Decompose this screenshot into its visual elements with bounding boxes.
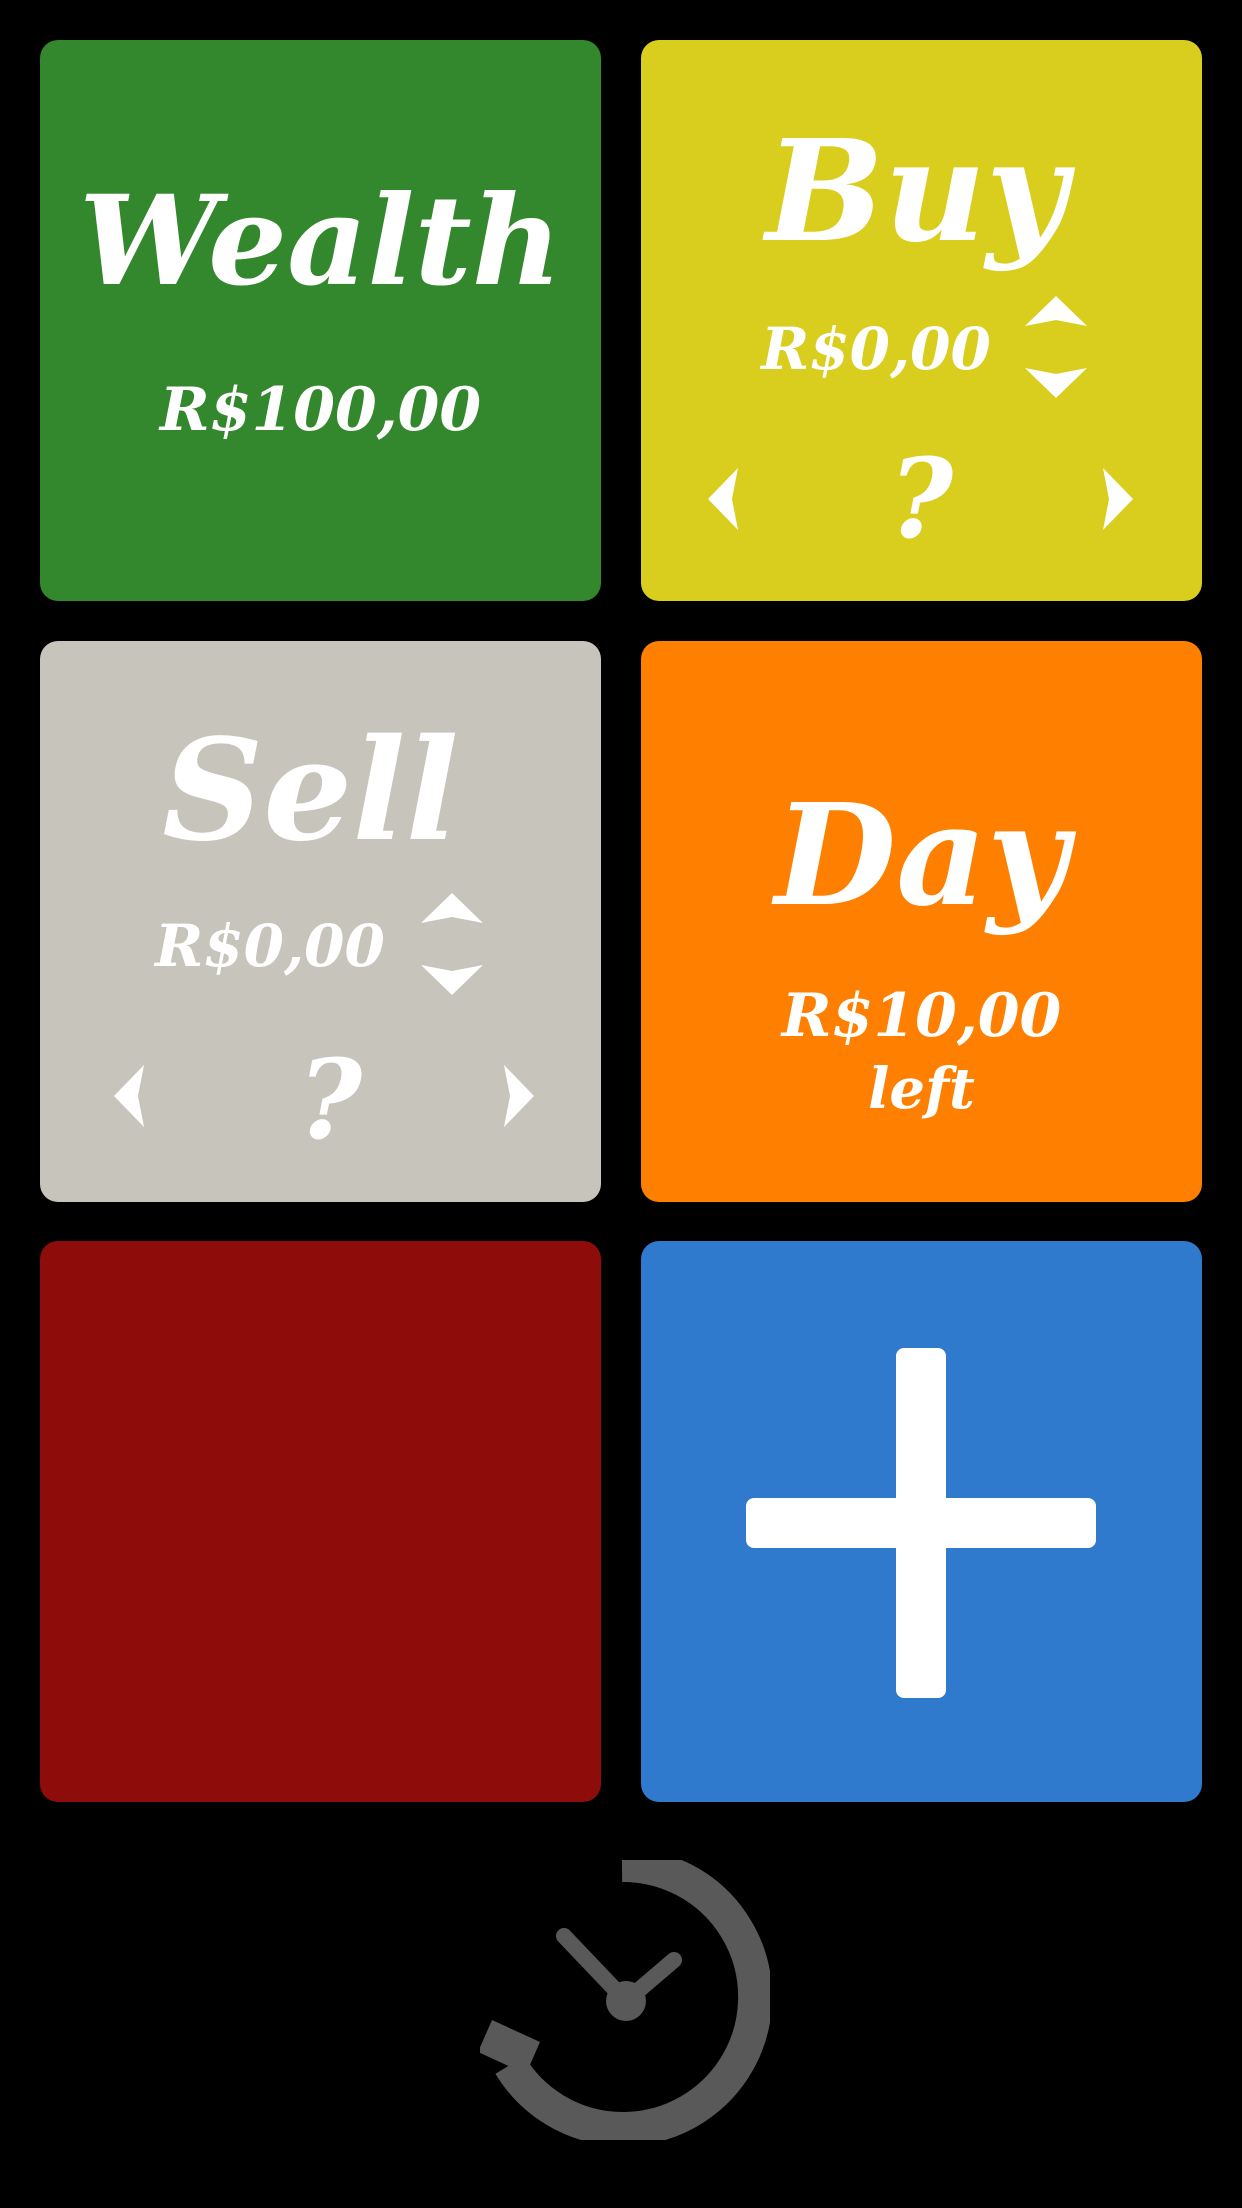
buy-increase-icon[interactable] <box>1021 292 1091 332</box>
day-title: Day <box>774 774 1069 938</box>
sell-next-icon[interactable] <box>498 1061 538 1131</box>
buy-decrease-icon[interactable] <box>1021 362 1091 402</box>
add-button[interactable] <box>641 1241 1202 1802</box>
sell-amount: R$0,00 <box>155 912 385 980</box>
day-left-label: left <box>868 1056 975 1122</box>
plus-icon <box>746 1348 1096 1698</box>
buy-next-icon[interactable] <box>1097 464 1137 534</box>
sell-tile: Sell R$0,00 ? <box>40 641 601 1202</box>
wealth-title: Wealth <box>79 169 562 314</box>
red-tile[interactable] <box>40 1241 601 1802</box>
wealth-tile: Wealth R$100,00 <box>40 40 601 601</box>
sell-previous-icon[interactable] <box>110 1061 150 1131</box>
day-tile: Day R$10,00 left <box>641 641 1202 1202</box>
buy-amount: R$0,00 <box>761 315 991 383</box>
buy-tile: Buy R$0,00 ? <box>641 40 1202 601</box>
sell-help-icon[interactable]: ? <box>290 1045 370 1155</box>
buy-previous-icon[interactable] <box>704 464 744 534</box>
stopwatch-reset-icon[interactable] <box>480 1860 770 2140</box>
sell-title: Sell <box>162 709 459 873</box>
wealth-amount: R$100,00 <box>159 375 482 445</box>
sell-increase-icon[interactable] <box>417 889 487 929</box>
buy-help-icon[interactable]: ? <box>881 444 961 554</box>
day-amount: R$10,00 <box>781 981 1062 1051</box>
sell-decrease-icon[interactable] <box>417 959 487 999</box>
buy-title: Buy <box>765 110 1068 274</box>
